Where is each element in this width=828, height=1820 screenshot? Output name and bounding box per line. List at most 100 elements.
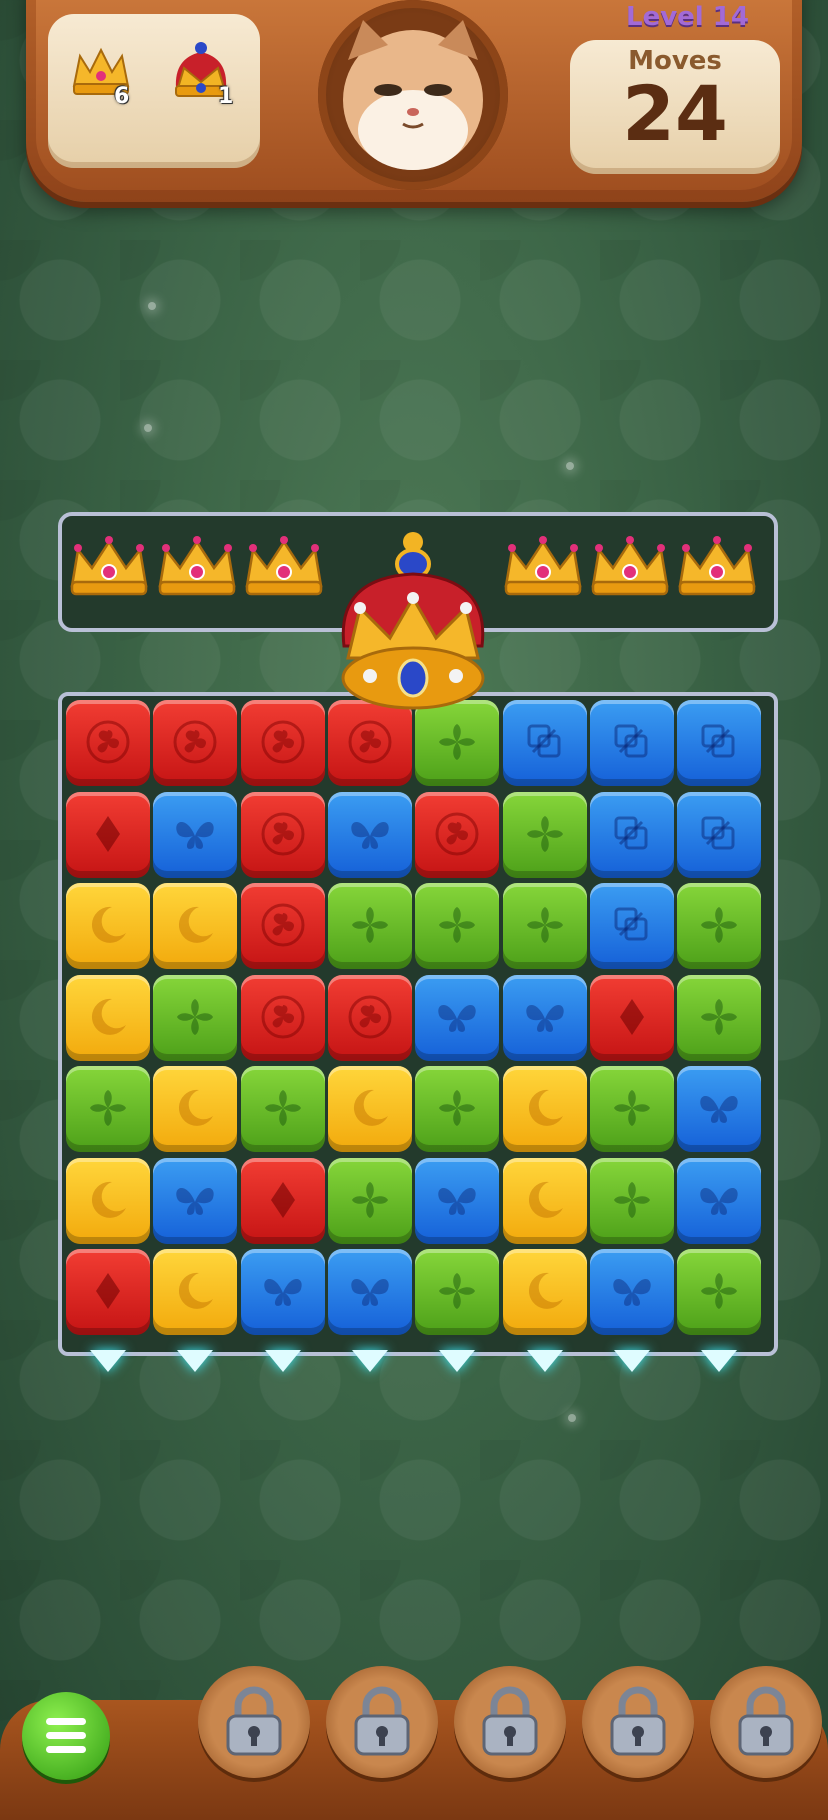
green-tile[interactable] [153, 974, 238, 1061]
moon-icon [91, 998, 126, 1035]
blue-tile[interactable] [677, 1157, 762, 1244]
yellow-tile[interactable] [502, 1157, 587, 1244]
red-tile[interactable] [66, 791, 150, 878]
yellow-tile[interactable] [153, 883, 238, 969]
clover-icon [701, 1273, 738, 1309]
yellow-tile[interactable] [502, 1066, 587, 1152]
blue-tile[interactable] [415, 1157, 500, 1244]
moon-icon [179, 1272, 214, 1309]
blue-tile[interactable] [502, 700, 587, 786]
blue-tile[interactable] [502, 974, 587, 1061]
yellow-tile[interactable] [66, 974, 150, 1061]
butterfly-icon [176, 821, 215, 849]
green-tile[interactable] [589, 1157, 674, 1244]
red-tile[interactable] [589, 974, 674, 1061]
green-tile[interactable] [327, 883, 412, 969]
red-tile[interactable] [66, 1249, 150, 1335]
flower-icon [348, 720, 392, 764]
red-tile[interactable] [153, 700, 238, 786]
yellow-tile[interactable] [502, 1249, 587, 1335]
green-tile[interactable] [415, 883, 500, 969]
blue-tile[interactable] [153, 1157, 238, 1244]
blue-tile[interactable] [240, 1249, 325, 1335]
royal-crown-target [330, 528, 496, 718]
flower-icon [435, 812, 479, 855]
moon-icon [179, 906, 214, 943]
blue-tile[interactable] [677, 791, 762, 878]
locked-booster-slot[interactable] [198, 1666, 310, 1778]
blue-tile[interactable] [327, 791, 412, 878]
locked-booster-slot[interactable] [454, 1666, 566, 1778]
crown-piece [154, 528, 240, 602]
green-tile[interactable] [415, 1066, 500, 1152]
yellow-tile[interactable] [327, 1066, 412, 1152]
yellow-tile[interactable] [153, 1249, 238, 1335]
blue-tile[interactable] [415, 974, 500, 1061]
butterfly-icon [263, 1279, 302, 1306]
red-tile[interactable] [240, 791, 325, 878]
locked-booster-slot[interactable] [582, 1666, 694, 1778]
clover-icon [90, 1090, 126, 1126]
yellow-tile[interactable] [66, 1157, 150, 1244]
green-tile[interactable] [327, 1157, 412, 1244]
clover-icon [351, 1181, 388, 1218]
royal-crown-icon: 1 [166, 38, 236, 109]
green-tile[interactable] [677, 1249, 762, 1335]
sparkle [148, 302, 156, 310]
green-tile[interactable] [677, 974, 762, 1061]
green-tile[interactable] [415, 1249, 500, 1335]
green-tile[interactable] [589, 1066, 674, 1152]
butterfly-icon [351, 1279, 389, 1306]
butterfly-icon [438, 1187, 476, 1215]
locked-booster-slot[interactable] [326, 1666, 438, 1778]
blue-tile[interactable] [589, 700, 674, 786]
green-tile[interactable] [677, 883, 762, 969]
flower-icon [86, 720, 130, 764]
yellow-tile[interactable] [153, 1066, 238, 1152]
square-icon [614, 724, 648, 758]
drop-arrow-icon [701, 1350, 738, 1372]
blue-tile[interactable] [327, 1249, 412, 1335]
drop-arrow-icon [439, 1350, 476, 1372]
lock-icon [610, 1686, 666, 1756]
red-tile[interactable] [240, 883, 325, 969]
moon-icon [91, 906, 126, 943]
flower-icon [261, 995, 305, 1038]
green-tile[interactable] [502, 791, 587, 878]
green-tile[interactable] [66, 1066, 150, 1152]
green-tile[interactable] [502, 883, 587, 969]
clover-icon [701, 907, 738, 943]
clover-icon [351, 907, 388, 943]
butterfly-icon [700, 1187, 738, 1215]
crown-icon [678, 536, 756, 596]
menu-button[interactable] [22, 1692, 110, 1780]
crown-icon [504, 536, 582, 596]
menu-list-icon [46, 1718, 86, 1725]
yellow-tile[interactable] [66, 883, 150, 969]
cat-portrait [318, 0, 508, 190]
crown-piece [241, 528, 327, 602]
red-tile[interactable] [240, 974, 325, 1061]
goal-count: 1 [218, 84, 234, 109]
blue-tile[interactable] [589, 1249, 674, 1335]
square-icon [527, 724, 560, 758]
red-tile[interactable] [240, 700, 325, 786]
red-tile[interactable] [415, 791, 500, 878]
blue-tile[interactable] [153, 791, 238, 878]
drop-arrow-icon [526, 1350, 563, 1372]
green-tile[interactable] [240, 1066, 325, 1152]
blue-tile[interactable] [677, 1066, 762, 1152]
blue-tile[interactable] [589, 883, 674, 969]
locked-booster-slot[interactable] [710, 1666, 822, 1778]
blue-tile[interactable] [677, 700, 762, 786]
butterfly-icon [700, 1096, 738, 1123]
royal-crown-icon [341, 532, 485, 710]
red-tile[interactable] [240, 1157, 325, 1244]
red-tile[interactable] [327, 974, 412, 1061]
red-tile[interactable] [66, 700, 150, 786]
drop-arrow-icon [264, 1350, 301, 1372]
blue-tile[interactable] [589, 791, 674, 878]
moon-icon [353, 1089, 388, 1126]
crown-icon [245, 536, 323, 596]
moon-icon [528, 1089, 563, 1126]
